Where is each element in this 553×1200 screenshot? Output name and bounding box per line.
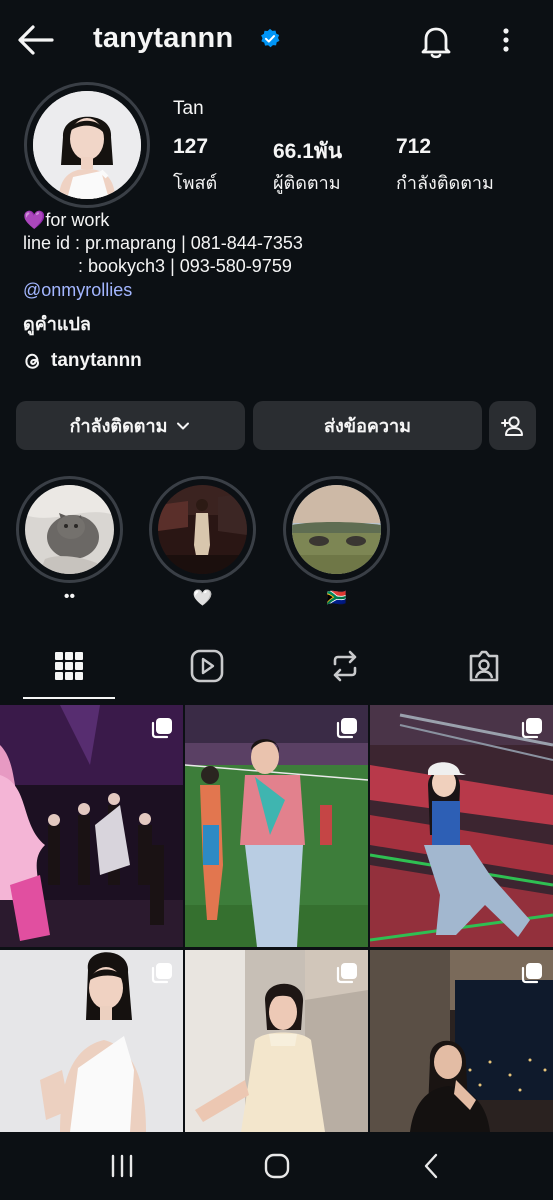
recents-icon[interactable] — [106, 1150, 138, 1182]
add-person-button[interactable] — [489, 401, 536, 450]
carousel-icon — [336, 718, 357, 739]
bell-icon[interactable] — [417, 22, 455, 60]
carousel-icon — [521, 963, 542, 984]
carousel-icon — [151, 963, 172, 984]
bio-line-3: : bookych3 | 093-580-9759 — [23, 256, 292, 276]
profile-full-name: Tan — [173, 98, 204, 119]
tagged-icon[interactable] — [466, 648, 502, 684]
bio-line-2: line id : pr.maprang | 081-844-7353 — [23, 233, 303, 253]
bio-mention-link[interactable]: @onmyrollies — [23, 279, 132, 302]
followers-label[interactable]: ผู้ติดตาม — [273, 168, 341, 197]
post-tile[interactable] — [370, 950, 553, 1132]
post-tile[interactable] — [0, 950, 183, 1132]
following-button-label: กำลังติดตาม — [69, 416, 168, 436]
home-icon[interactable] — [261, 1150, 293, 1182]
threads-icon — [25, 353, 40, 369]
chevron-down-icon — [177, 422, 190, 429]
followers-count[interactable]: 66.1พัน — [273, 135, 342, 168]
threads-link[interactable]: tanytannn — [23, 348, 142, 374]
verified-badge-icon — [261, 28, 280, 48]
following-count[interactable]: 712 — [396, 135, 431, 159]
purple-heart-emoji: 💜 — [23, 210, 46, 230]
highlight-cat-thumb[interactable] — [25, 485, 114, 574]
highlight-label: •• — [63, 588, 76, 605]
highlight-label: 🤍 — [192, 590, 213, 607]
threads-handle: tanytannn — [51, 350, 142, 371]
message-button-label: ส่งข้อความ — [323, 416, 411, 436]
posts-label: โพสต์ — [173, 173, 218, 193]
carousel-icon — [151, 718, 172, 739]
avatar[interactable] — [33, 91, 141, 199]
posts-count: 127 — [173, 135, 209, 158]
post-tile[interactable] — [185, 705, 368, 947]
grid-icon[interactable] — [51, 648, 87, 684]
profile-username: tanytannn — [93, 22, 234, 54]
more-vertical-icon[interactable] — [494, 24, 518, 56]
active-tab-indicator — [23, 697, 115, 699]
repost-icon[interactable] — [327, 648, 363, 684]
message-button[interactable]: ส่งข้อความ — [253, 401, 482, 450]
reels-icon[interactable] — [189, 648, 225, 684]
post-tile[interactable] — [185, 950, 368, 1132]
back-chevron-icon[interactable] — [416, 1150, 448, 1182]
arrow-left-icon[interactable] — [14, 22, 56, 58]
following-label[interactable]: กำลังติดตาม — [396, 168, 494, 197]
post-tile[interactable] — [370, 705, 553, 947]
add-person-icon — [500, 415, 523, 436]
highlight-label: 🇿🇦 — [326, 590, 347, 607]
carousel-icon — [521, 718, 542, 739]
post-tile[interactable] — [0, 705, 183, 947]
bio-line-1: 💜for work — [23, 210, 110, 230]
following-button[interactable]: กำลังติดตาม — [16, 401, 245, 450]
see-translation-link[interactable]: ดูคำแปล — [23, 309, 91, 338]
highlight-night-thumb[interactable] — [158, 485, 247, 574]
carousel-icon — [336, 963, 357, 984]
top-bar: tanytannn — [0, 0, 553, 80]
highlight-safari-thumb[interactable] — [292, 485, 381, 574]
